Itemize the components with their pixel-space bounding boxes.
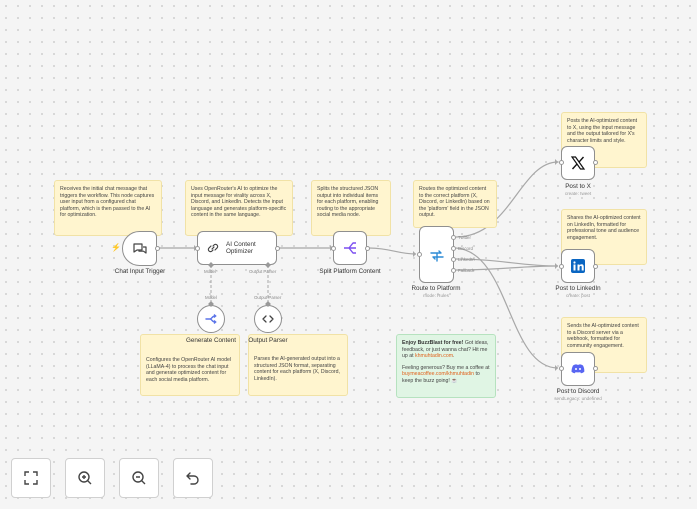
sticky-note-promo[interactable]: Enjoy BuzzBlast for free! Got ideas, fee… (396, 334, 496, 398)
node-output-parser[interactable] (254, 305, 282, 333)
route-output-label-discord: Discord (458, 246, 473, 251)
sticky-note-split[interactable]: Splits the structured JSON output into i… (311, 180, 391, 236)
parser-edge-label: Output Parser (254, 295, 282, 300)
route-output-label-linkedin: LinkedIn (458, 257, 475, 262)
switch-icon (429, 249, 444, 262)
route-output-label-twitter: Twitter (458, 235, 471, 240)
route-output-port-discord[interactable] (451, 246, 456, 251)
post-linkedin-sublabel: create: post (565, 293, 591, 298)
node-ai-content-optimizer[interactable]: AI Content Optimizer (197, 231, 277, 265)
post-x-input-port[interactable] (559, 160, 564, 165)
arrow-route (413, 251, 416, 257)
post-x-output-port[interactable] (593, 160, 598, 165)
fit-view-icon (24, 471, 38, 485)
post-discord-output-port[interactable] (593, 366, 598, 371)
post-discord-label: Post to Discord (556, 388, 600, 395)
arrow-linkedin (555, 263, 558, 269)
post-discord-input-port[interactable] (559, 366, 564, 371)
trigger-label: Chat Input Trigger (114, 268, 166, 275)
node-post-to-discord[interactable] (561, 352, 595, 386)
optimizer-output-port[interactable] (275, 246, 280, 251)
undo-icon (186, 472, 199, 485)
promo-text-2: Feeling generous? Buy me a coffee at (402, 364, 490, 371)
linkedin-logo-icon (571, 259, 585, 273)
node-post-to-linkedin[interactable] (561, 249, 595, 283)
link-icon (207, 243, 219, 253)
node-split-platform-content[interactable] (333, 231, 367, 265)
split-input-port[interactable] (331, 246, 336, 251)
node-chat-input-trigger[interactable] (122, 231, 157, 266)
trigger-output-port[interactable] (155, 246, 160, 251)
discord-logo-icon (571, 364, 585, 374)
route-output-label-fallback: Fallback (458, 268, 475, 273)
optimizer-model-port-label: Model* (204, 269, 218, 274)
parser-label: Output Parser (248, 337, 288, 344)
post-discord-sublabel: sendLegacy: undefined (554, 396, 602, 401)
post-x-sublabel: create: tweet (564, 191, 592, 196)
promo-link-coffee[interactable]: buymeacoffee.com/khmuhtadin (402, 371, 474, 377)
promo-text-1-end: . (453, 353, 455, 360)
split-output-port[interactable] (365, 246, 370, 251)
sticky-note-route[interactable]: Routes the optimized content to the corr… (413, 180, 497, 228)
zoom-out-icon (132, 471, 146, 485)
edge-split-route (368, 247, 417, 255)
openrouter-icon (205, 314, 217, 324)
x-logo-icon (570, 156, 586, 170)
route-input-port[interactable] (417, 252, 422, 257)
sticky-note-optimizer[interactable]: Uses OpenRouter's AI to optimize the inp… (185, 180, 293, 236)
optimizer-parser-port-label: Output Parser (249, 269, 277, 274)
route-output-port-linkedin[interactable] (451, 257, 456, 262)
route-output-port-twitter[interactable] (451, 235, 456, 240)
post-linkedin-label: Post to LinkedIn (555, 285, 601, 292)
arrow-x (555, 159, 558, 165)
zoom-in-icon (78, 471, 92, 485)
node-post-to-x[interactable] (561, 146, 595, 180)
optimizer-input-port[interactable] (195, 246, 200, 251)
route-output-port-fallback[interactable] (451, 268, 456, 273)
split-label: Split Platform Content (319, 268, 381, 275)
undo-button[interactable] (173, 458, 213, 498)
route-label: Route to Platform (411, 285, 461, 292)
fit-view-button[interactable] (11, 458, 51, 498)
code-icon (262, 315, 274, 323)
promo-link-website[interactable]: khmuhtadin.com (415, 353, 453, 359)
node-route-to-platform[interactable] (419, 226, 454, 283)
post-linkedin-input-port[interactable] (559, 264, 564, 269)
optimizer-label: AI Content Optimizer (226, 240, 256, 256)
post-x-label: Post to X (565, 183, 591, 190)
promo-title: Enjoy BuzzBlast for free! (402, 340, 464, 346)
chat-icon (132, 242, 147, 254)
split-icon (344, 242, 356, 254)
generate-edge-label: Model (205, 295, 217, 300)
route-sublabel: mode: Rules (423, 293, 449, 298)
post-linkedin-output-port[interactable] (593, 264, 598, 269)
sticky-note-trigger[interactable]: Receives the initial chat message that t… (54, 180, 162, 236)
generate-label: Generate Content (185, 337, 237, 344)
zoom-out-button[interactable] (119, 458, 159, 498)
arrow-discord (555, 365, 558, 371)
zoom-in-button[interactable] (65, 458, 105, 498)
node-generate-content[interactable] (197, 305, 225, 333)
trigger-bolt-icon: ⚡ (111, 243, 121, 252)
